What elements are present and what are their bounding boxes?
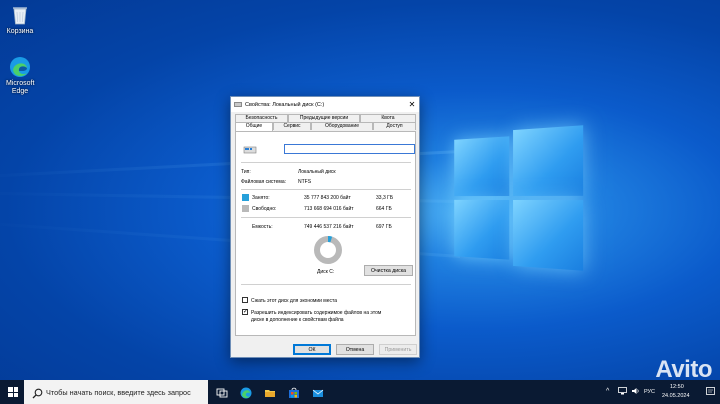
close-icon[interactable]: ✕ [405,100,419,109]
used-bytes: 35 777 843 200 байт [304,195,351,201]
disk-label: Диск C: [317,269,335,275]
clock-date[interactable]: 24.05.2024 [662,393,690,399]
notifications-icon[interactable] [706,387,715,398]
capacity-label: Емкость: [252,224,273,230]
edge-icon [9,56,31,78]
index-checkbox[interactable]: ✓ [242,309,248,315]
mail-icon[interactable] [312,386,324,398]
donut-free-segment [314,236,342,264]
tab-previous-versions[interactable]: Предыдущие версии [288,114,360,122]
type-value: Локальный диск [298,169,336,175]
taskbar-search-box[interactable]: Чтобы начать поиск, введите здесь запрос [24,380,208,404]
tab-general[interactable]: Общие [235,122,273,131]
tab-sharing[interactable]: Доступ [373,122,416,130]
recycle-bin-icon [9,4,31,26]
drive-name-input[interactable] [284,144,415,154]
separator [241,217,411,218]
tab-tools[interactable]: Сервис [273,122,311,130]
used-label: Занято: [252,195,270,201]
task-view-icon[interactable] [216,386,228,398]
store-icon[interactable] [288,386,300,398]
tab-security[interactable]: Безопасность [235,114,288,122]
capacity-bytes: 749 446 537 216 байт [304,224,354,230]
used-size: 33,3 ГБ [376,195,394,201]
cancel-button[interactable]: Отмена [336,344,374,355]
edge-label: Microsoft Edge [6,80,35,95]
edge-shortcut[interactable]: Microsoft Edge [0,56,40,96]
tabs-row-top: Безопасность Предыдущие версии Квота [235,114,416,122]
separator [241,284,411,285]
apply-button[interactable]: Применить [379,344,417,355]
ok-button[interactable]: ОК [293,344,331,355]
properties-dialog: Свойства: Локальный диск (C:) ✕ Безопасн… [230,96,420,358]
clock-time[interactable]: 12:50 [670,384,684,390]
language-indicator[interactable]: РУС [644,389,655,395]
capacity-size: 697 ГБ [376,224,392,230]
free-bytes: 713 668 694 016 байт [304,206,354,212]
recycle-bin-label: Корзина [6,28,34,35]
file-explorer-icon[interactable] [264,386,276,398]
search-icon [32,386,43,404]
windows-logo-wallpaper [454,125,584,271]
filesystem-label: Файловая система: [241,179,287,185]
drive-icon [243,145,257,154]
edge-taskbar-icon[interactable] [240,386,252,399]
free-label: Свободно: [252,206,277,212]
free-size: 664 ГБ [376,206,392,212]
tab-hardware[interactable]: Оборудование [311,122,373,130]
recycle-bin-shortcut[interactable]: Корзина [0,4,40,36]
compress-label: Сжать этот диск для экономии места [251,298,338,304]
index-label-line2: диске в дополнение к свойствам файла [251,317,344,323]
type-label: Тип: [241,169,251,175]
tab-quota[interactable]: Квота [360,114,416,122]
drive-small-icon [234,102,242,107]
separator [241,189,411,190]
disk-cleanup-button[interactable]: Очистка диска [364,265,413,276]
index-label-line1: Разрешить индексировать содержимое файло… [251,310,382,316]
compress-checkbox[interactable] [242,297,248,303]
separator [241,162,411,163]
start-button[interactable] [8,387,18,397]
tabs-row-bottom: Общие Сервис Оборудование Доступ [235,122,416,131]
network-icon[interactable] [618,387,627,397]
dialog-title: Свойства: Локальный диск (C:) [245,101,325,108]
volume-icon[interactable] [631,387,640,397]
disk-usage-donut [314,236,342,264]
free-color-swatch [242,205,249,212]
dialog-titlebar[interactable]: Свойства: Локальный диск (C:) ✕ [231,97,419,112]
filesystem-value: NTFS [298,179,312,185]
search-placeholder: Чтобы начать поиск, введите здесь запрос [46,388,191,397]
used-color-swatch [242,194,249,201]
tray-chevron-icon[interactable]: ^ [606,388,609,395]
general-tab-panel: Тип: Локальный диск Файловая система: NT… [235,131,416,336]
taskbar: Чтобы начать поиск, введите здесь запрос… [0,380,720,404]
